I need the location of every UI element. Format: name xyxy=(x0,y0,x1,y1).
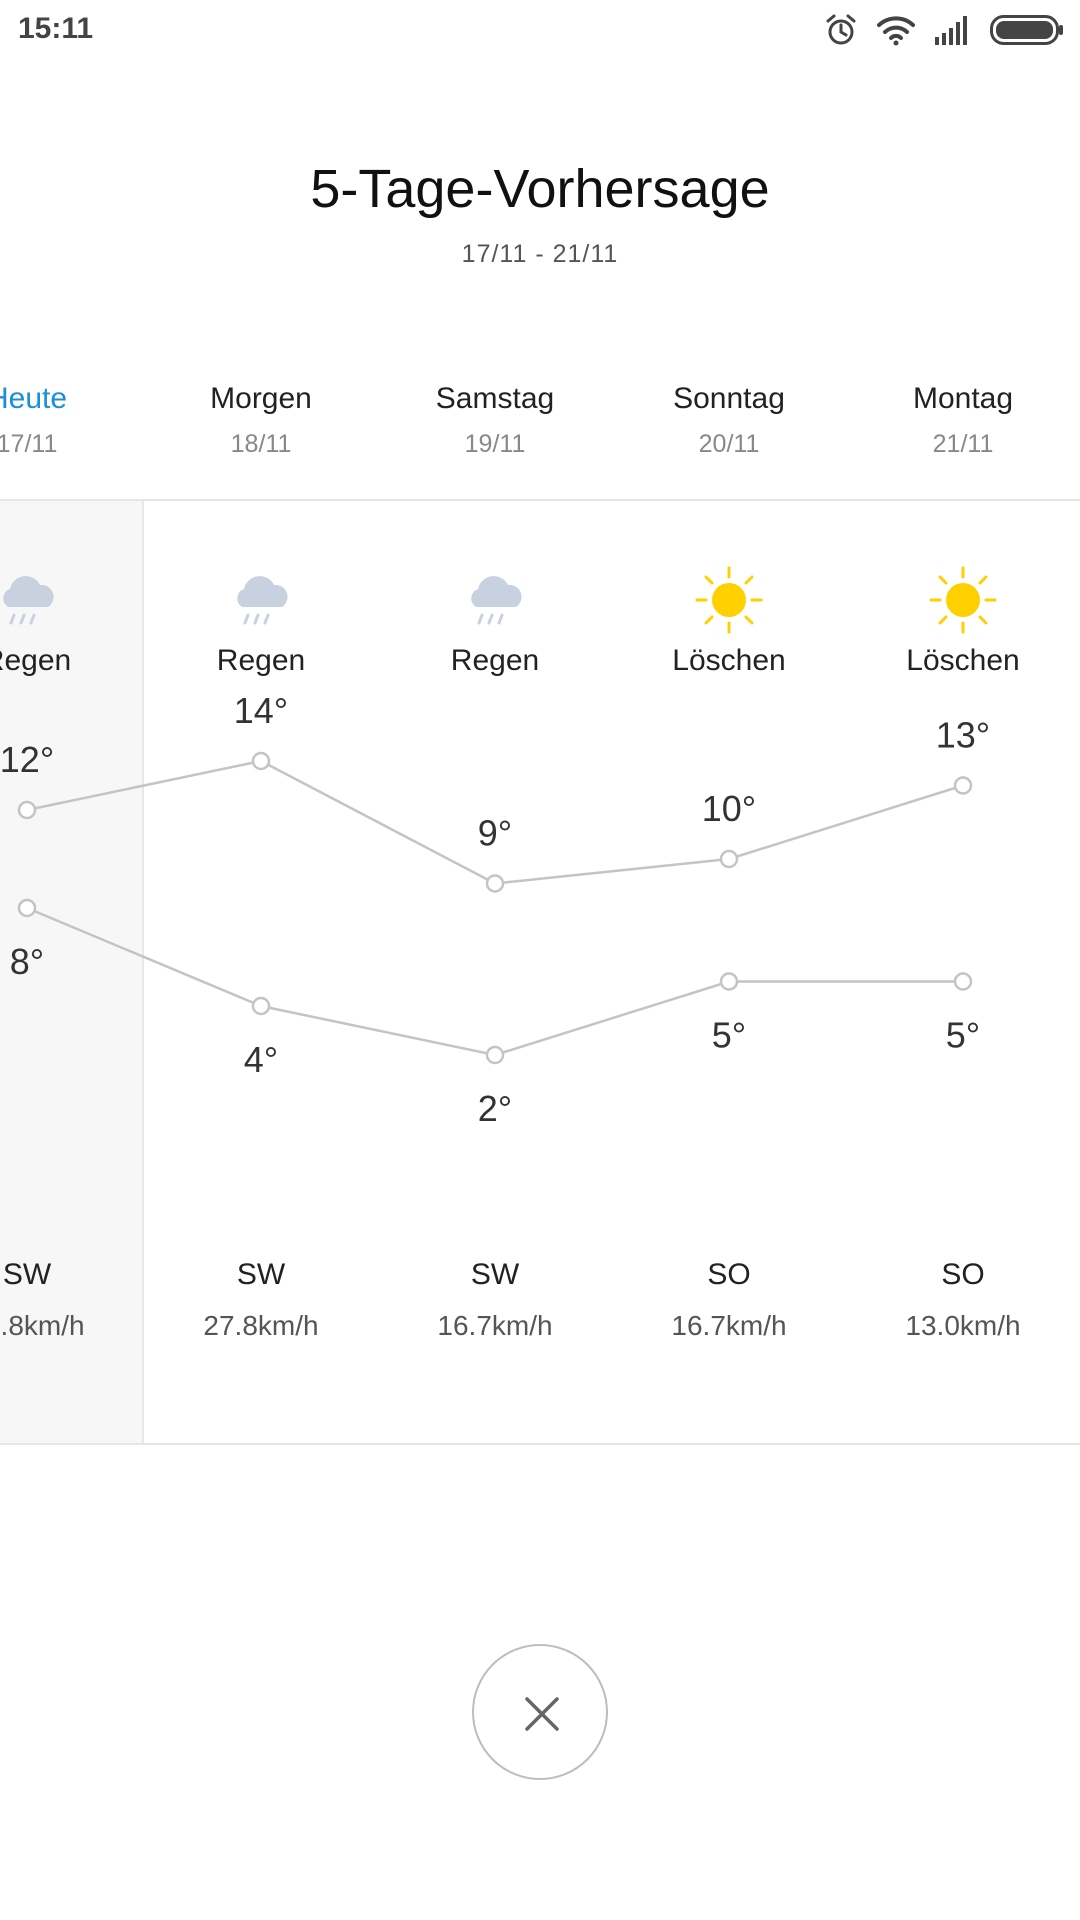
low-temp-point xyxy=(485,1045,505,1065)
divider-bottom xyxy=(0,1443,1080,1445)
low-temp-label: 5° xyxy=(712,1015,746,1056)
high-temp-label: 9° xyxy=(478,813,512,854)
low-temp-point xyxy=(719,972,739,991)
high-temp-point xyxy=(953,776,973,795)
forecast-screen: 15:11 5-Tage-Vorhersage 17/11 - 21/11 eu… xyxy=(0,0,1080,1920)
high-temp-point xyxy=(251,751,271,771)
low-temp-point xyxy=(953,972,973,991)
high-temp-point xyxy=(17,800,37,820)
high-temp-label: 13° xyxy=(936,715,990,756)
high-temp-label: 10° xyxy=(702,788,756,829)
temperature-chart: 12° 14° 9° 10° 13° 8° 4° 2° 5° 5° xyxy=(0,690,990,1129)
high-temp-label: 12° xyxy=(0,739,54,780)
low-temp-label: 2° xyxy=(478,1088,512,1129)
low-temp-label: 5° xyxy=(946,1015,980,1056)
low-temp-point xyxy=(17,898,37,918)
low-temp-label: 8° xyxy=(10,941,44,982)
high-temp-point xyxy=(719,849,739,869)
high-temp-label: 14° xyxy=(234,690,288,731)
high-temp-point xyxy=(485,874,505,893)
low-temp-line xyxy=(26,906,963,1057)
close-button[interactable] xyxy=(472,1644,608,1780)
low-temp-label: 4° xyxy=(244,1039,278,1080)
low-temp-point xyxy=(251,996,271,1016)
